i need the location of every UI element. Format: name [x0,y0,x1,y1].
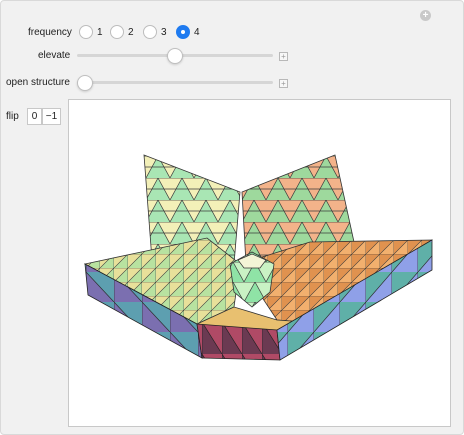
frequency-radio-3[interactable] [143,25,157,39]
frequency-label: frequency [28,27,72,38]
frequency-radio-1[interactable] [79,25,93,39]
open-structure-slider-track[interactable] [77,81,273,84]
plus-square-icon[interactable]: + [279,79,288,88]
frequency-option-2: 2 [128,27,134,38]
open-structure-label: open structure [6,77,70,88]
frequency-option-3: 3 [161,27,167,38]
elevate-label: elevate [38,50,71,61]
flip-button-0[interactable]: 0 [27,108,42,125]
graphics-3d-view[interactable] [68,99,451,427]
plus-square-icon[interactable]: + [279,52,288,61]
flip-label: flip [6,111,19,122]
flip-button-minus-1[interactable]: −1 [42,108,61,125]
frequency-option-1: 1 [97,27,103,38]
open-structure-slider-thumb[interactable] [77,75,93,91]
frequency-option-4: 4 [194,27,200,38]
frequency-radio-4[interactable] [176,25,190,39]
polyhedral-surface [83,154,433,361]
manipulate-panel: + frequency 1 2 3 4 elevate + open struc… [0,0,464,435]
frequency-radio-2[interactable] [110,25,124,39]
plus-circle-icon[interactable]: + [420,10,431,21]
elevate-slider-thumb[interactable] [167,48,183,64]
